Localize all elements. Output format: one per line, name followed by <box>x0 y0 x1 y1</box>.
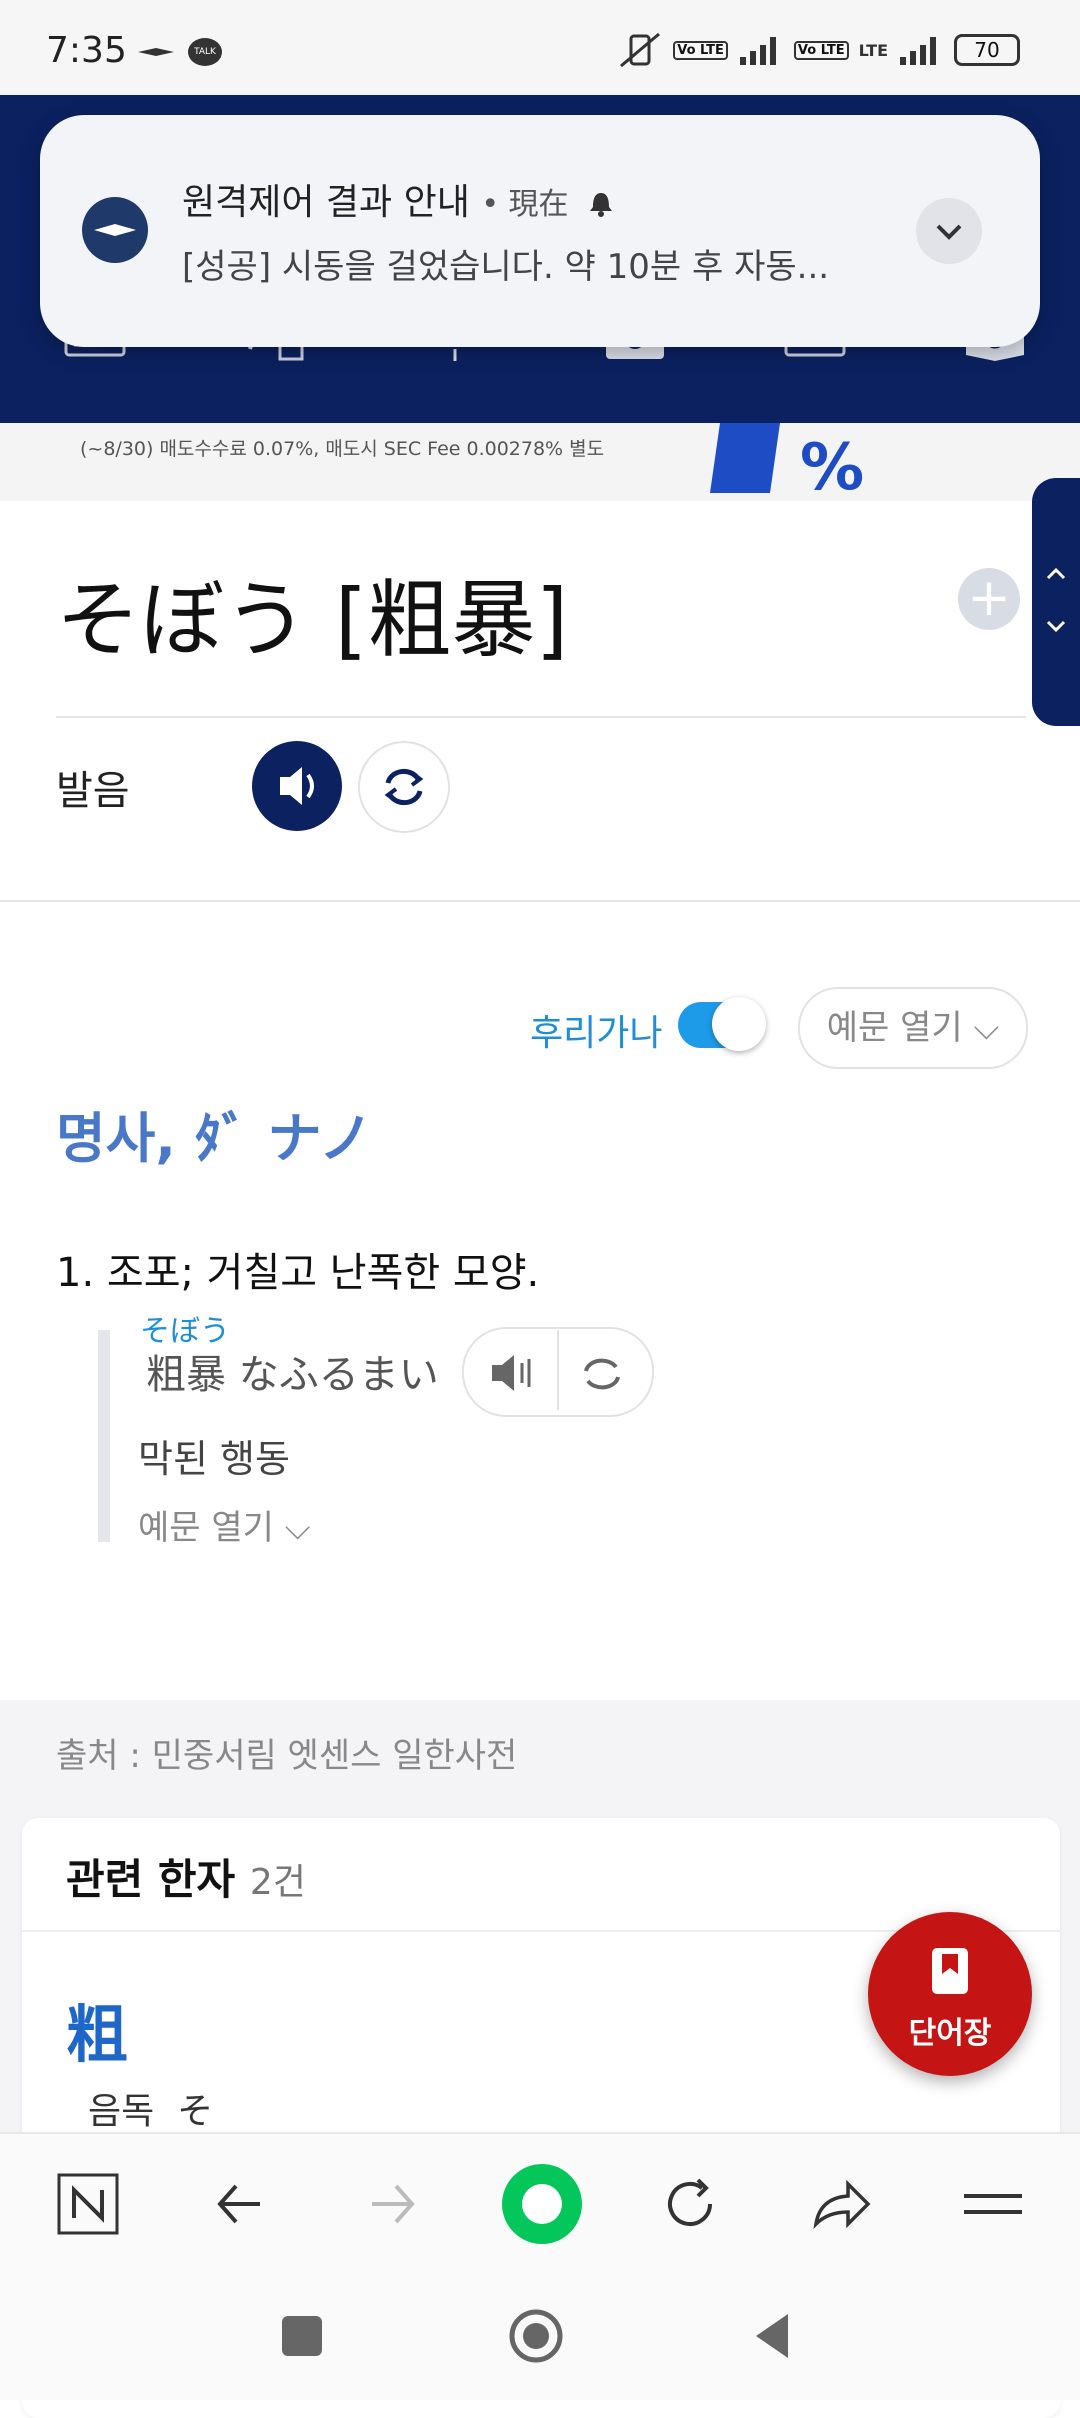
divider <box>557 1330 559 1410</box>
bookmark-icon <box>932 1948 968 1994</box>
forward-arrow-icon[interactable] <box>360 2172 424 2236</box>
furigana-label: 후리가나 <box>530 1013 663 1054</box>
sense-number: 1. <box>56 1250 95 1296</box>
menu-icon[interactable] <box>958 2172 1028 2236</box>
bell-icon <box>590 193 612 217</box>
volte-icon: Vo LTE <box>673 40 728 60</box>
source-credit: 출처 : 민중서림 엣센스 일한사전 <box>56 1736 518 1776</box>
share-icon[interactable] <box>808 2172 872 2236</box>
sense-text: 조포; 거칠고 난폭한 모양. <box>106 1250 540 1296</box>
repeat-icon[interactable] <box>564 1333 644 1413</box>
scroll-nav-tab[interactable] <box>1032 478 1080 726</box>
divider <box>0 900 1080 902</box>
vibrate-mute-icon <box>620 32 661 68</box>
repeat-pronunciation-button[interactable] <box>358 741 450 833</box>
example-korean: 막된 행동 <box>138 1437 290 1481</box>
status-icons: Vo LTE Vo LTE LTE 70 <box>617 30 1020 70</box>
add-button[interactable]: + <box>958 568 1020 630</box>
svg-text:%: % <box>800 431 864 501</box>
notification-title: 원격제어 결과 안내 • 現在 <box>182 173 616 225</box>
home-icon[interactable] <box>508 2308 564 2364</box>
status-time: 7:35 <box>46 30 127 71</box>
notification-card[interactable]: 원격제어 결과 안내 • 現在 [성공] 시동을 걸었습니다. 약 10분 후 … <box>40 115 1040 347</box>
example-open-link[interactable]: 예문 열기 ⌵ <box>138 1500 311 1549</box>
app-avatar <box>82 197 148 263</box>
ad-graphic: % <box>710 423 864 501</box>
volte-icon-2: Vo LTE <box>793 40 849 60</box>
chevron-down-icon <box>936 224 962 240</box>
speaker-icon[interactable] <box>474 1333 554 1413</box>
entry-title: そぼう [粗暴] <box>56 571 569 669</box>
signal-icon <box>739 37 776 65</box>
signal-icon-2 <box>900 37 936 65</box>
speaker-icon <box>280 767 314 805</box>
repeat-icon <box>384 768 424 806</box>
notification-time: • 現在 <box>481 187 569 222</box>
genesis-icon <box>138 48 174 56</box>
back-arrow-icon[interactable] <box>208 2172 272 2236</box>
kanji-link[interactable]: 粗 <box>66 1984 128 2074</box>
battery-icon: 70 <box>954 34 1020 66</box>
expand-button[interactable] <box>916 198 982 264</box>
divider <box>56 716 1026 718</box>
chevron-up-down-icon <box>1046 567 1066 633</box>
part-of-speech: 명사, ﾀﾞ ナノ <box>56 1107 373 1170</box>
toggle-knob[interactable] <box>712 997 766 1051</box>
example-open-button[interactable]: 예문 열기 ⌵ <box>798 987 1028 1069</box>
play-pronunciation-button[interactable] <box>252 741 342 831</box>
back-icon[interactable] <box>752 2312 792 2360</box>
notification-body: [성공] 시동을 걸었습니다. 약 10분 후 자동... <box>182 247 830 287</box>
refresh-icon[interactable] <box>658 2172 722 2236</box>
example-bar <box>98 1330 110 1542</box>
kakaotalk-icon: TALK <box>188 38 222 66</box>
naver-home-icon[interactable] <box>56 2172 120 2236</box>
wordbook-label: 단어장 <box>908 2016 992 2051</box>
pronunciation-label: 발음 <box>56 768 130 814</box>
example-japanese: 粗暴 なふるまい <box>146 1352 439 1398</box>
ad-text: (~8/30) 매도수수료 0.07%, 매도시 SEC Fee 0.00278… <box>80 438 605 460</box>
recents-icon[interactable] <box>280 2314 324 2358</box>
lte-label: LTE <box>858 40 888 60</box>
sense-definition: 1. 조포; 거칠고 난폭한 모양. <box>56 1240 539 1298</box>
naver-green-dot-icon[interactable] <box>500 2162 584 2246</box>
related-kanji-count: 2건 <box>249 1862 306 1903</box>
kanji-reading: 음독 そ <box>88 2091 214 2132</box>
related-kanji-title: 관련 한자 2건 <box>66 1855 306 1904</box>
genesis-logo-icon <box>94 224 136 236</box>
